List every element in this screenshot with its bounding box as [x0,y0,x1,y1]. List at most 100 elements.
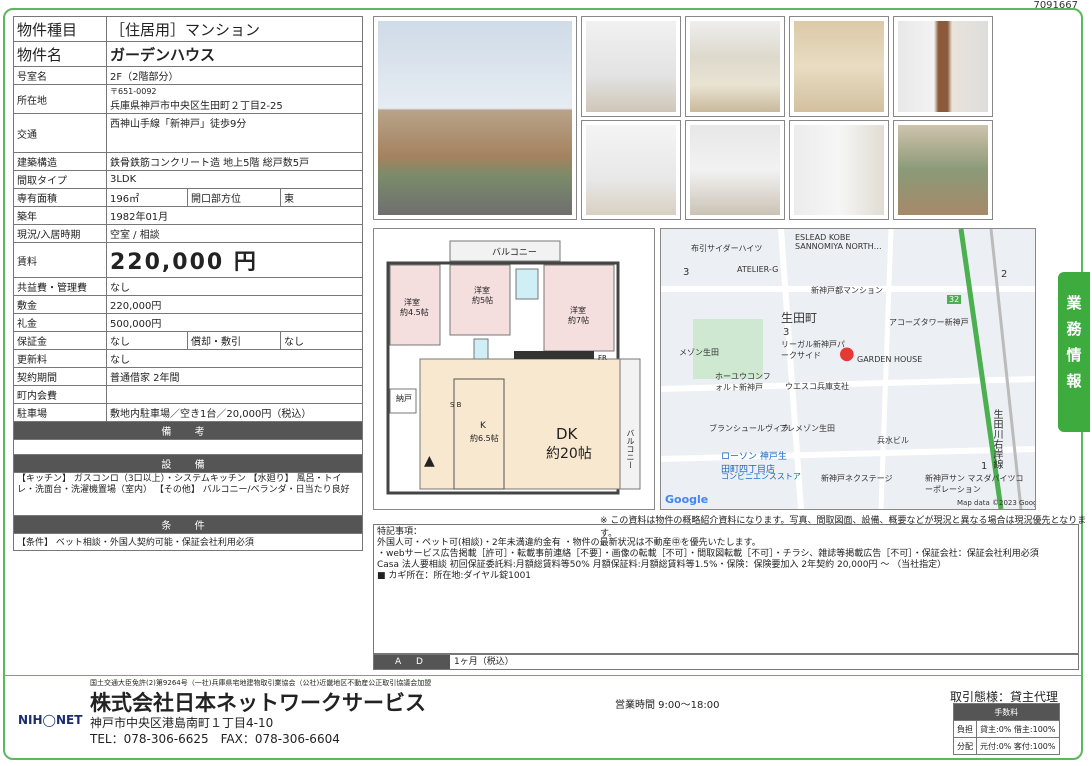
ad-label: A D [374,655,450,669]
company-address: 神戸市中央区港島南町１丁目4-10 [90,716,274,730]
remarks-body [13,439,363,455]
equipment-body: 【キッチン】 ガスコンロ（3口以上）・システムキッチン 【水廻り】 風呂・トイレ… [13,472,363,516]
floor-plan[interactable]: バルコニー 洋室 約4.5帖 洋室 約5帖 洋室 約7帖 納戸 S B K 約6… [373,228,655,510]
type-label: 物件種目 [13,16,107,42]
plan-balcony-top: バルコニー [492,248,537,258]
rent-value: 220,000 円 [106,242,363,278]
map-label-8: GARDEN HOUSE [857,355,923,364]
map-label-23: 1 [981,461,988,472]
contract-value: 普通借家 2年間 [106,367,363,386]
building-exterior-photo[interactable] [373,16,577,220]
common-fee-value: なし [106,277,363,296]
ad-value: 1ヶ月（税込） [454,657,514,667]
map-label-4: 生田町 [781,311,818,325]
document-id: 7091667 [1033,0,1078,11]
map-label-1: ESLEAD KOBE SANNOMIYA NORTH… [795,233,882,251]
key-money-value: 500,000円 [106,313,363,332]
structure-value: 鉄骨鉄筋コンクリート造 地上5階 総戸数5戸 [106,152,363,171]
plan-balcony-side: バルコニー [626,429,635,469]
map-label-0: 布引サイダーハイツ [691,244,763,253]
name-label: 物件名 [13,41,107,67]
map-label-17: 新神戸サン マスダパイツコーポレーション [925,474,1024,494]
direction-value: 東 [280,188,363,207]
plan-room3-size: 約7帖 [568,316,590,325]
side-tab-char-1: 業 [1066,294,1082,312]
notes-title: 特記事項： [377,527,423,537]
notes-line-1: 外国人可・ペット可(相談)・2年未満違約金有 ・物件の最新状況は不動産㊥を優先い… [377,538,761,548]
fee-row1-value: 貸主:0% 借主:100% [976,720,1060,738]
map-label-16: 新神戸ネクステージ [821,474,893,483]
company-name: 株式会社日本ネットワークサービス [90,691,426,715]
parking-value: 敷地内駐車場／空き1台／20,000円（税込） [106,403,363,422]
association-fee-label: 町内会費 [13,385,107,404]
access-value: 西神山手線「新神戸」徒歩9分 [106,113,363,153]
hallway-photo[interactable] [893,16,993,117]
room-label: 号室名 [13,66,107,85]
layout-value: 3LDK [106,170,363,189]
renewal-label: 更新料 [13,349,107,368]
map-label-13: 兵水ビル [877,436,909,445]
north-arrow-icon: ▲ [424,453,435,469]
area-label: 専有面積 [13,188,107,207]
common-fee-label: 共益費・管理費 [13,277,107,296]
map-label-18: 生田川右岸線 [991,409,1002,469]
map-label-12: プレメゾン生田 [779,424,835,433]
footer-divider [5,675,1081,676]
equipment-header: 設 備 [13,454,363,473]
address-label: 所在地 [13,84,107,114]
map-label-24: Google [665,493,709,506]
ad-row: A D 1ヶ月（税込） [373,654,1079,670]
balcony-photo[interactable] [893,120,993,220]
fee-table: 手数料 負担 貸主:0% 借主:100% 分配 元付:0% 客付:100% [953,703,1060,755]
room-photo[interactable] [789,120,889,220]
floor-plan-drawing [386,240,641,495]
status-label: 現況/入居時期 [13,224,107,243]
map-label-19: 32 [947,295,962,304]
plan-kitchen-size: 約6.5帖 [470,434,499,443]
fee-row1-label: 負担 [953,720,977,738]
company-logo: NIH◯NET [18,713,83,727]
fee-header: 手数料 [953,703,1060,721]
deposit-value: 220,000円 [106,295,363,314]
guarantee-value: なし [106,331,188,350]
business-info-tab[interactable]: 業 務 情 報 [1058,272,1090,432]
deposit-label: 敷金 [13,295,107,314]
access-label: 交通 [13,113,107,153]
plan-sb: S B [450,401,462,409]
map-label-5: アコーズタワー新神戸 [889,318,969,327]
key-money-label: 礼金 [13,313,107,332]
side-tab-char-2: 務 [1066,320,1082,338]
conditions-body: 【条件】 ベット相談・外国人契約可能・保証会社利用必須 [13,533,363,551]
plan-fr: FR [598,354,607,362]
layout-label: 間取タイプ [13,170,107,189]
location-map[interactable]: 布引サイダーハイツ ESLEAD KOBE SANNOMIYA NORTH… A… [660,228,1036,510]
plan-kitchen: K [480,421,486,431]
plan-storage: 納戸 [396,394,412,403]
built-value: 1982年01月 [106,206,363,225]
notes-line-4: ■ カギ所在：所在地:ダイヤル錠1001 [377,571,532,581]
structure-label: 建築構造 [13,152,107,171]
property-spec-table: 物件種目 ［住居用］マンション 物件名 ガーデンハウス 号室名 2F（2階部分） 所在… [13,16,363,551]
plan-room1-size: 約4.5帖 [400,308,429,317]
amortization-value: なし [280,331,363,350]
type-value: ［住居用］マンション [106,16,363,42]
remarks-header: 備 考 [13,421,363,440]
interior-photo-2[interactable] [581,120,681,220]
renewal-value: なし [106,349,363,368]
location-pin-icon: ● [839,343,855,364]
bathroom-photo[interactable] [789,16,889,117]
room-value: 2F（2階部分） [106,66,363,85]
contract-label: 契約期間 [13,367,107,386]
plan-dk-size: 約20帖 [546,446,592,462]
parking-label: 駐車場 [13,403,107,422]
kitchen-photo-1[interactable] [685,16,785,117]
map-label-6: メゾン生田 [679,348,719,357]
rent-label: 賃料 [13,242,107,278]
address-cell: 〒651-0092 兵庫県神戸市中央区生田町２丁目2-25 [106,84,363,114]
interior-photo-1[interactable] [581,16,681,117]
property-name: ガーデンハウス [106,41,363,67]
map-label-25: Map data ©2023 Google [957,499,1036,507]
map-label-22: 2 [1001,269,1008,280]
side-tab-char-4: 報 [1066,372,1082,390]
living-room-photo[interactable] [685,120,785,220]
